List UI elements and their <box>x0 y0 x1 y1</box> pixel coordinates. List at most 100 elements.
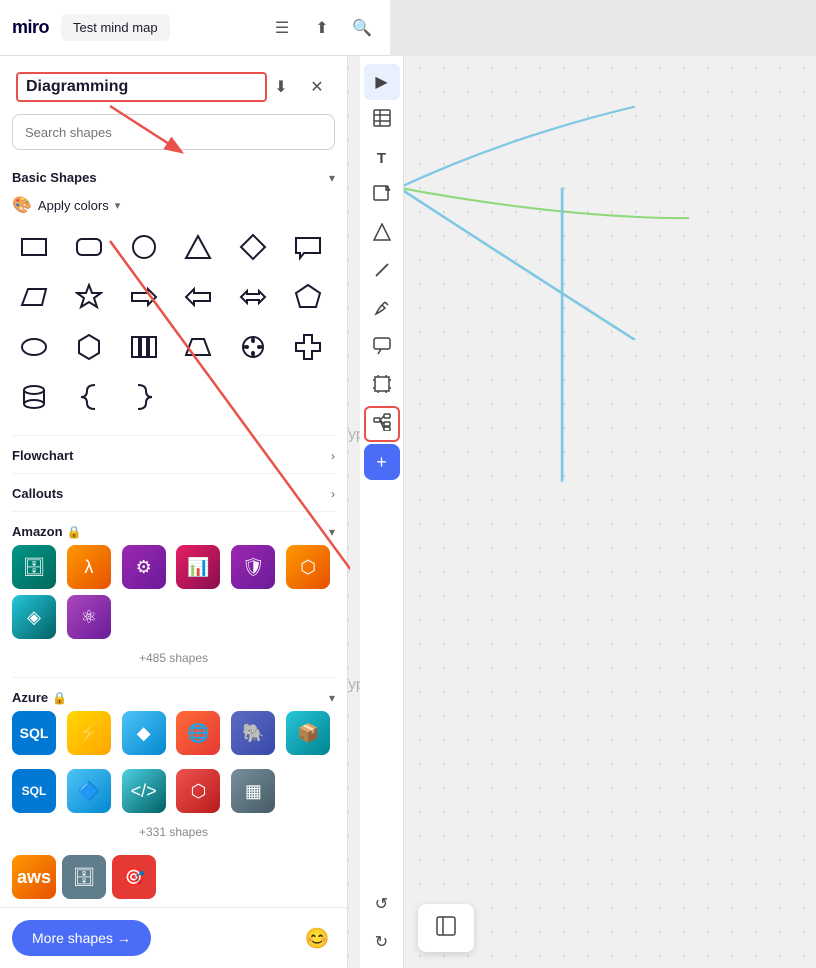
search-input[interactable] <box>12 114 335 150</box>
shape-burst[interactable] <box>231 325 275 369</box>
comment-button[interactable] <box>364 330 400 366</box>
azure-lock: Azure 🔒 <box>12 690 67 705</box>
azure-shape-4[interactable]: 🌐 <box>176 711 220 755</box>
aws-bottom-1[interactable]: aws <box>12 855 56 899</box>
apply-colors-row[interactable]: 🎨 Apply colors ▾ <box>12 191 335 225</box>
search-icon: 🔍 <box>352 18 372 38</box>
azure-shape-3[interactable]: ◆ <box>122 711 166 755</box>
aws-shape-7[interactable]: ◈ <box>12 595 56 639</box>
text-icon: T <box>377 150 386 167</box>
panel-title: Diagramming <box>16 72 267 102</box>
shape-rounded-rectangle[interactable] <box>67 225 111 269</box>
menu-button[interactable]: ☰ <box>266 12 298 44</box>
diagram-icon <box>373 413 391 436</box>
azure-lock-icon: 🔒 <box>52 691 67 705</box>
cursor-button[interactable]: ▶ <box>364 64 400 100</box>
aws-shape-8[interactable]: ⚛ <box>67 595 111 639</box>
text-button[interactable]: T <box>364 140 400 176</box>
aws-bottom-2[interactable]: 🗄 <box>62 855 106 899</box>
close-icon: ✕ <box>310 77 323 97</box>
aws-shape-3[interactable]: ⚙ <box>122 545 166 589</box>
redo-button[interactable]: ↻ <box>364 924 400 960</box>
shape-parallelogram[interactable] <box>12 275 56 319</box>
board-name[interactable]: Test mind map <box>61 14 170 41</box>
frame-button[interactable] <box>364 368 400 404</box>
callouts-section-header[interactable]: Callouts › <box>12 478 335 507</box>
undo-icon: ↺ <box>375 894 388 914</box>
menu-icon: ☰ <box>275 18 289 38</box>
add-button[interactable]: + <box>364 444 400 480</box>
pen-button[interactable] <box>364 292 400 328</box>
azure-shape-5[interactable]: 🐘 <box>231 711 275 755</box>
azure-shape-1[interactable]: SQL <box>12 711 56 755</box>
azure-shape-2[interactable]: ⚡ <box>67 711 111 755</box>
aws-shape-1[interactable]: 🗄 <box>12 545 56 589</box>
more-shapes-button[interactable]: More shapes → <box>12 920 151 956</box>
apply-colors-label: Apply colors <box>38 198 109 213</box>
add-icon: + <box>376 452 387 473</box>
basic-shapes-grid <box>12 225 335 431</box>
topbar-icons: ☰ ⬆ 🔍 <box>266 12 378 44</box>
flowchart-section-header[interactable]: Flowchart › <box>12 440 335 469</box>
panel-close-button[interactable]: ✕ <box>303 73 331 101</box>
shape-button[interactable] <box>364 216 400 252</box>
shape-pentagon[interactable] <box>286 275 330 319</box>
export-button[interactable]: ⬆ <box>306 12 338 44</box>
shape-arrow-right[interactable] <box>122 275 166 319</box>
azure-shape-6[interactable]: 📦 <box>286 711 330 755</box>
more-shapes-label: More shapes → <box>32 930 131 946</box>
basic-shapes-section-header[interactable]: Basic Shapes ▾ <box>12 162 335 191</box>
shape-oval[interactable] <box>12 325 56 369</box>
diagram-button[interactable] <box>364 406 400 442</box>
undo-button[interactable]: ↺ <box>364 886 400 922</box>
basic-shapes-title: Basic Shapes <box>12 170 97 185</box>
shape-diamond[interactable] <box>231 225 275 269</box>
toggle-panel-icon <box>436 916 456 941</box>
aws-shape-4[interactable]: 📊 <box>176 545 220 589</box>
panel-export-button[interactable]: ⬇ <box>267 73 295 101</box>
azure-shape-10[interactable]: ⬡ <box>176 769 220 813</box>
shape-cross[interactable] <box>286 325 330 369</box>
note-button[interactable] <box>364 178 400 214</box>
shape-icon <box>373 223 391 246</box>
toggle-panel-button[interactable] <box>428 910 464 946</box>
azure-more-count: +331 shapes <box>12 821 335 847</box>
azure-shapes-grid-row1: SQL ⚡ ◆ 🌐 🐘 📦 <box>12 711 335 763</box>
table-button[interactable] <box>364 102 400 138</box>
shape-brace-left[interactable] <box>67 375 111 419</box>
azure-section-header[interactable]: Azure 🔒 ▾ <box>12 682 335 711</box>
shape-brace-right[interactable] <box>122 375 166 419</box>
azure-shape-8[interactable]: 🔷 <box>67 769 111 813</box>
shape-trapezoid[interactable] <box>176 325 220 369</box>
shapes-list: Basic Shapes ▾ 🎨 Apply colors ▾ <box>0 162 347 907</box>
shape-hexagon[interactable] <box>67 325 111 369</box>
search-button[interactable]: 🔍 <box>346 12 378 44</box>
emoji-button[interactable]: 😊 <box>299 920 335 956</box>
amazon-more-count: +485 shapes <box>12 647 335 673</box>
callouts-chevron-icon: › <box>331 487 335 501</box>
aws-bottom-3[interactable]: 🎯 <box>112 855 156 899</box>
aws-shape-2[interactable]: λ <box>67 545 111 589</box>
shape-triangle[interactable] <box>176 225 220 269</box>
amazon-chevron-icon: ▾ <box>329 525 335 539</box>
diagram-panel: Diagramming ⬇ ✕ Basic Shapes ▾ 🎨 Apply c… <box>0 56 348 968</box>
azure-shape-7[interactable]: SQL <box>12 769 56 813</box>
shape-cylinder[interactable] <box>12 375 56 419</box>
shape-rectangle[interactable] <box>12 225 56 269</box>
azure-shape-11[interactable]: ▦ <box>231 769 275 813</box>
shape-double-arrow[interactable] <box>231 275 275 319</box>
shape-star[interactable] <box>67 275 111 319</box>
table-icon <box>373 109 391 132</box>
azure-shape-9[interactable]: </> <box>122 769 166 813</box>
amazon-shapes-grid: 🗄 λ ⚙ 📊 🛡 ⬡ ◈ ⚛ <box>12 545 335 647</box>
amazon-section-header[interactable]: Amazon 🔒 ▾ <box>12 516 335 545</box>
shape-arrow-left[interactable] <box>176 275 220 319</box>
right-toolbar: ▶ T <box>360 56 404 968</box>
shape-columns[interactable] <box>122 325 166 369</box>
export-icon: ⬆ <box>315 18 328 38</box>
aws-shape-6[interactable]: ⬡ <box>286 545 330 589</box>
shape-callout[interactable] <box>286 225 330 269</box>
shape-circle[interactable] <box>122 225 166 269</box>
aws-shape-5[interactable]: 🛡 <box>231 545 275 589</box>
line-button[interactable] <box>364 254 400 290</box>
